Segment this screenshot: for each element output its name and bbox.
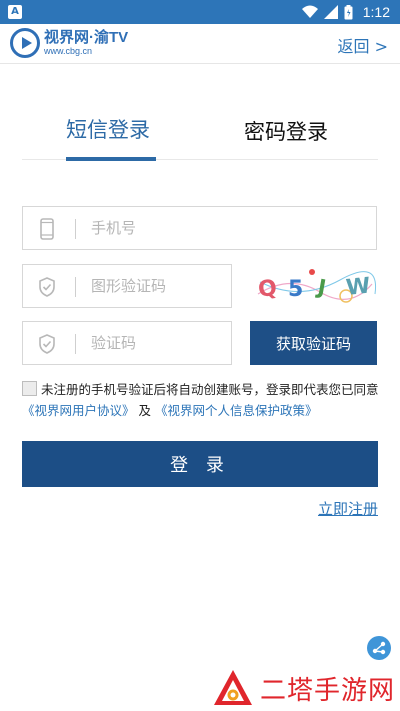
- tab-password-login[interactable]: 密码登录: [244, 116, 328, 146]
- shield-check-icon: [39, 334, 55, 354]
- shield-check-icon: [39, 277, 55, 297]
- signal-icon: [323, 5, 338, 19]
- agreement-text: 未注册的手机号验证后将自动创建账号，登录即代表您已同意: [41, 382, 379, 397]
- user-agreement-link[interactable]: 《视界网用户协议》: [22, 403, 135, 418]
- logo: 视界网·渝TV www.cbg.cn: [10, 28, 128, 58]
- field-divider: [75, 334, 76, 354]
- sms-code-input[interactable]: [91, 330, 221, 356]
- get-code-button[interactable]: 获取验证码: [250, 321, 377, 365]
- captcha-field[interactable]: [22, 264, 232, 308]
- captcha-char: 5: [288, 277, 303, 302]
- field-divider: [75, 219, 76, 239]
- logo-url: www.cbg.cn: [44, 46, 93, 56]
- wifi-icon: [301, 5, 318, 18]
- register-link[interactable]: 立即注册: [318, 498, 378, 519]
- watermark-logo-icon: [214, 670, 252, 705]
- tab-sms-login[interactable]: 短信登录: [66, 114, 150, 144]
- status-bar: A 1:12: [0, 0, 400, 24]
- sms-code-field[interactable]: [22, 321, 232, 365]
- captcha-char: J: [314, 274, 328, 299]
- active-tab-indicator: [66, 157, 156, 161]
- watermark: 二塔手游网: [212, 668, 395, 708]
- phone-input[interactable]: [91, 215, 361, 241]
- agreement-and: 及: [138, 403, 152, 418]
- battery-icon: [344, 4, 353, 19]
- login-button[interactable]: 登 录: [22, 441, 378, 487]
- app-header: 视界网·渝TV www.cbg.cn 返回 >: [0, 24, 400, 64]
- captcha-image[interactable]: Q 5 J W: [250, 264, 377, 308]
- agreement: 未注册的手机号验证后将自动创建账号，登录即代表您已同意 《视界网用户协议》 及 …: [22, 379, 382, 421]
- privacy-policy-link[interactable]: 《视界网个人信息保护政策》: [155, 403, 318, 418]
- field-divider: [75, 277, 76, 297]
- login-tabs: 短信登录 密码登录: [22, 108, 378, 161]
- logo-name: 视界网·渝TV: [44, 29, 129, 46]
- captcha-char: W: [345, 274, 372, 301]
- app-notification-icon: A: [8, 5, 22, 19]
- share-icon[interactable]: [367, 636, 391, 660]
- captcha-char: Q: [257, 276, 279, 303]
- captcha-input[interactable]: [91, 273, 221, 299]
- phone-icon: [40, 218, 54, 240]
- status-time: 1:12: [362, 4, 390, 20]
- back-button[interactable]: 返回 >: [338, 33, 389, 57]
- status-icons: 1:12: [301, 3, 390, 21]
- agreement-checkbox[interactable]: [22, 381, 37, 396]
- play-logo-icon: [10, 28, 40, 58]
- watermark-text: 二塔手游网: [260, 675, 396, 706]
- phone-field[interactable]: [22, 206, 377, 250]
